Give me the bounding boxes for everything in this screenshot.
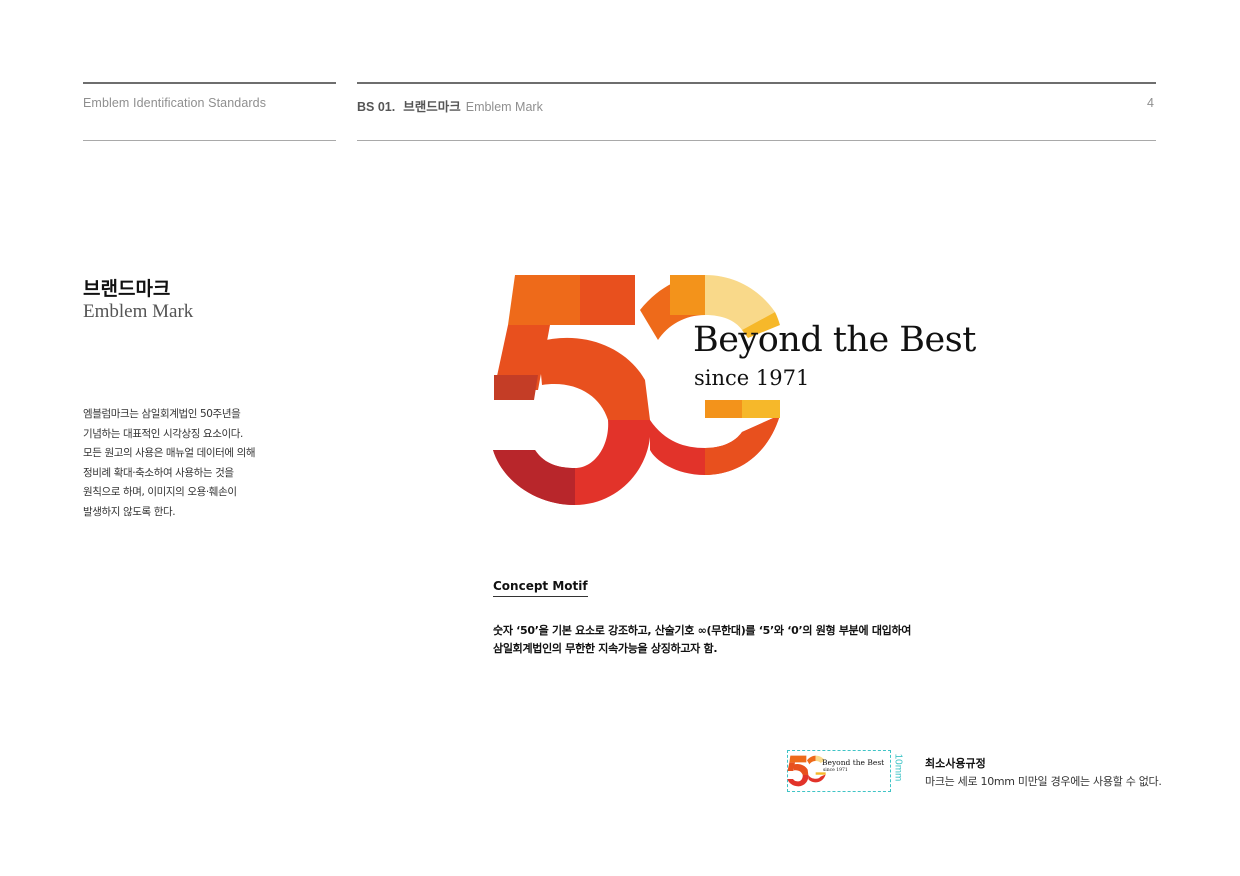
section-name-en: Emblem Mark — [465, 100, 543, 114]
page-title-ko: 브랜드마크 — [83, 278, 171, 300]
description-line: 원칙으로 하며, 이미지의 오용·훼손이 — [83, 486, 237, 498]
page-number: 4 — [1147, 96, 1154, 110]
emblem-graphic-50 — [490, 270, 790, 510]
section-breadcrumb: BS 01. 브랜드마크 Emblem Mark — [357, 96, 543, 115]
document-title: Emblem Identification Standards — [83, 96, 267, 110]
mini-emblem-graphic — [787, 755, 826, 787]
concept-line: 숫자 ‘50’을 기본 요소로 강조하고, 산술기호 ∞(무한대)를 ‘5’와 … — [493, 624, 912, 637]
section-name-ko: 브랜드마크 — [403, 100, 461, 114]
description-line: 정비례 확대·축소하여 사용하는 것을 — [83, 466, 234, 479]
emblem-since: since 1971 — [694, 366, 810, 390]
emblem-tagline: Beyond the Best — [693, 320, 976, 360]
description-line: 모든 원고의 사용은 매뉴얼 데이터에 의해 — [83, 447, 256, 459]
description-line: 기념하는 대표적인 시각상징 요소이다. — [83, 427, 243, 440]
page-title-en: Emblem Mark — [83, 301, 194, 322]
minimum-size-title: 최소사용규정 — [925, 757, 986, 770]
header-rule-left-bottom — [83, 140, 336, 141]
concept-label: Concept Motif — [493, 579, 588, 597]
minimum-size-text: 마크는 세로 10mm 미만일 경우에는 사용할 수 없다. — [925, 775, 1162, 788]
minimum-size-measure: 10mm — [892, 753, 904, 782]
header-rule-main-bottom — [357, 140, 1156, 141]
mini-emblem-tagline: Beyond the Best — [822, 758, 885, 767]
description-line: 엠블럼마크는 삼일회계법인 50주년을 — [83, 408, 241, 420]
concept-line: 삼일회계법인의 무한한 지속가능을 상징하고자 함. — [493, 642, 718, 655]
concept-text: 숫자 ‘50’을 기본 요소로 강조하고, 산술기호 ∞(무한대)를 ‘5’와 … — [493, 622, 911, 658]
description-line: 발생하지 않도록 한다. — [83, 505, 176, 518]
header-rule-main-top — [357, 82, 1156, 84]
section-code: BS 01. — [357, 100, 396, 114]
mini-emblem-since: since 1971 — [823, 768, 848, 773]
description: 엠블럼마크는 삼일회계법인 50주년을 기념하는 대표적인 시각상징 요소이다.… — [83, 405, 283, 522]
header-rule-left-top — [83, 82, 336, 84]
